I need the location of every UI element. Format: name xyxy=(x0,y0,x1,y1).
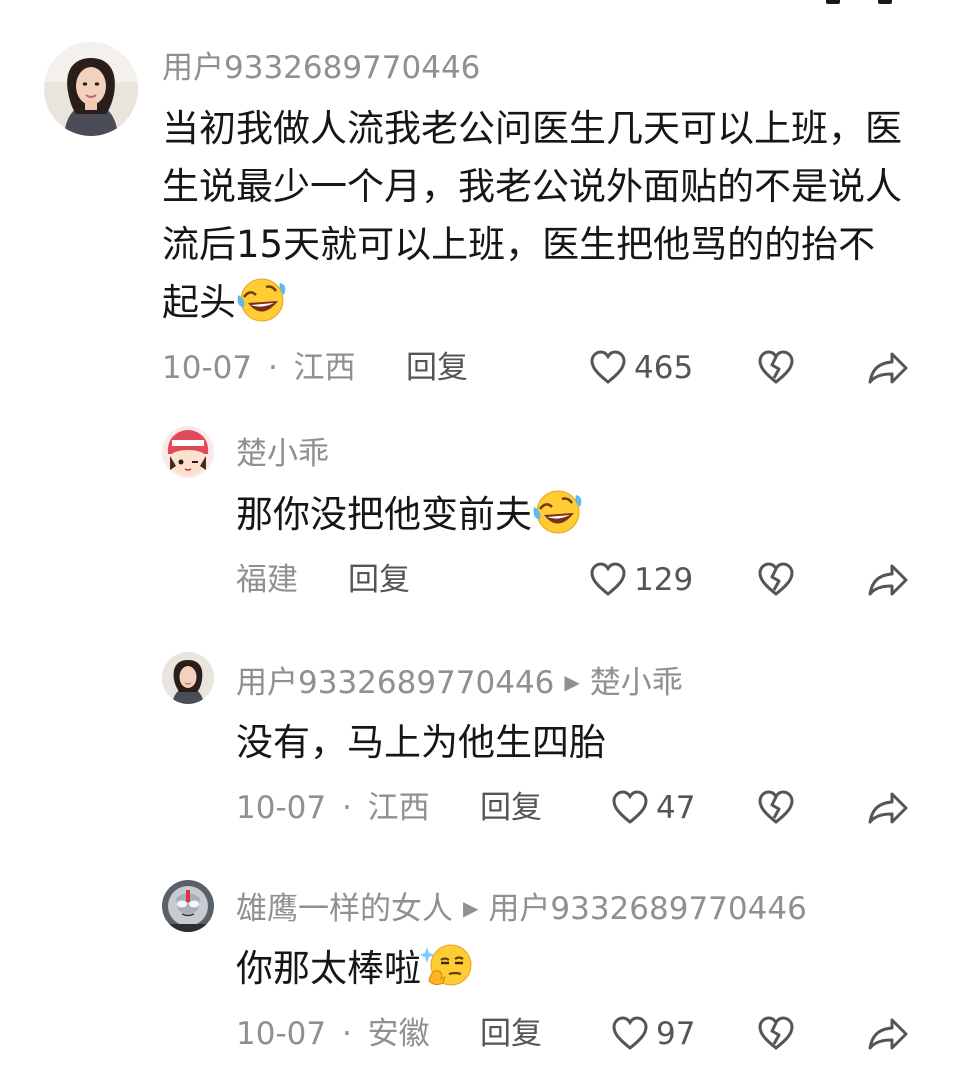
reply-text: 你那太棒啦 xyxy=(236,940,916,1006)
heart-outline-icon xyxy=(612,790,648,824)
comment-text: 当初我做人流我老公问医生几天可以上班，医生说最少一个月，我老公说外面贴的不是说人… xyxy=(162,100,902,340)
reply-username[interactable]: 楚小乖 xyxy=(236,434,329,474)
comment-date: 10-07 xyxy=(162,350,253,386)
share-arrow-icon xyxy=(868,564,908,596)
share-button[interactable] xyxy=(866,1014,910,1066)
share-arrow-icon xyxy=(868,1018,908,1050)
broken-heart-icon xyxy=(758,790,794,824)
dislike-button[interactable] xyxy=(756,560,796,612)
reply-button[interactable]: 回复 xyxy=(348,558,410,602)
reply-meta: 10-07 · 安徽 回复 97 xyxy=(0,1012,960,1056)
reply-target[interactable]: 楚小乖 xyxy=(590,665,683,701)
reply-button[interactable]: 回复 xyxy=(480,786,542,830)
share-button[interactable] xyxy=(866,788,910,840)
share-arrow-icon xyxy=(868,352,908,384)
avatar[interactable] xyxy=(162,652,214,704)
comment-location: 江西 xyxy=(367,790,430,826)
like-button[interactable]: 465 xyxy=(588,346,693,390)
share-arrow-icon xyxy=(868,792,908,824)
dislike-button[interactable] xyxy=(756,1014,796,1066)
like-button[interactable]: 47 xyxy=(610,786,695,830)
triangle-right-icon: ▶ xyxy=(564,670,580,694)
heart-outline-icon xyxy=(590,562,626,596)
comment-date: 10-07 xyxy=(236,1016,327,1052)
comment-username[interactable]: 用户9332689770446 xyxy=(162,48,480,88)
broken-heart-icon xyxy=(758,562,794,596)
reply-text: 没有，马上为他生四胎 xyxy=(236,721,606,764)
rofl-emoji xyxy=(236,277,288,340)
comment-location: 福建 xyxy=(236,562,298,598)
like-count: 465 xyxy=(634,350,694,386)
comment-location: 安徽 xyxy=(367,1016,430,1052)
reply-author[interactable]: 用户9332689770446 xyxy=(236,665,554,701)
comment-location: 江西 xyxy=(293,350,356,386)
reply-meta: 10-07 · 江西 回复 47 xyxy=(0,786,960,830)
comment-meta: 10-07 · 江西 回复 465 xyxy=(0,346,960,390)
like-count: 97 xyxy=(656,1016,696,1052)
reply-button[interactable]: 回复 xyxy=(406,346,468,390)
avatar[interactable] xyxy=(162,426,214,478)
top-status-fragment xyxy=(820,0,900,6)
avatar[interactable] xyxy=(44,42,138,136)
heart-outline-icon xyxy=(612,1016,648,1050)
smug-emoji xyxy=(419,941,475,1006)
reply-username: 雄鹰一样的女人 ▶ 用户9332689770446 xyxy=(236,888,807,929)
like-button[interactable]: 129 xyxy=(588,558,693,602)
share-button[interactable] xyxy=(866,560,910,612)
comment-date: 10-07 xyxy=(236,790,327,826)
rofl-emoji xyxy=(532,489,584,552)
separator-dot: · xyxy=(267,350,278,386)
like-button[interactable]: 97 xyxy=(610,1012,695,1056)
like-count: 129 xyxy=(634,562,694,598)
reply-text: 那你没把他变前夫 xyxy=(236,486,916,552)
dislike-button[interactable] xyxy=(756,788,796,840)
reply-button[interactable]: 回复 xyxy=(480,1012,542,1056)
comment-thread: 用户9332689770446 当初我做人流我老公问医生几天可以上班，医生说最少… xyxy=(0,0,960,1091)
reply-target[interactable]: 用户9332689770446 xyxy=(488,891,806,927)
broken-heart-icon xyxy=(758,350,794,384)
broken-heart-icon xyxy=(758,1016,794,1050)
reply-meta: 福建 回复 129 xyxy=(0,558,960,602)
dislike-button[interactable] xyxy=(756,348,796,400)
triangle-right-icon: ▶ xyxy=(463,896,479,920)
separator-dot: · xyxy=(341,790,352,826)
share-button[interactable] xyxy=(866,348,910,400)
heart-outline-icon xyxy=(590,350,626,384)
like-count: 47 xyxy=(656,790,696,826)
avatar[interactable] xyxy=(162,880,214,932)
separator-dot: · xyxy=(341,1016,352,1052)
reply-username: 用户9332689770446 ▶ 楚小乖 xyxy=(236,662,683,703)
reply-author[interactable]: 雄鹰一样的女人 xyxy=(236,891,453,927)
